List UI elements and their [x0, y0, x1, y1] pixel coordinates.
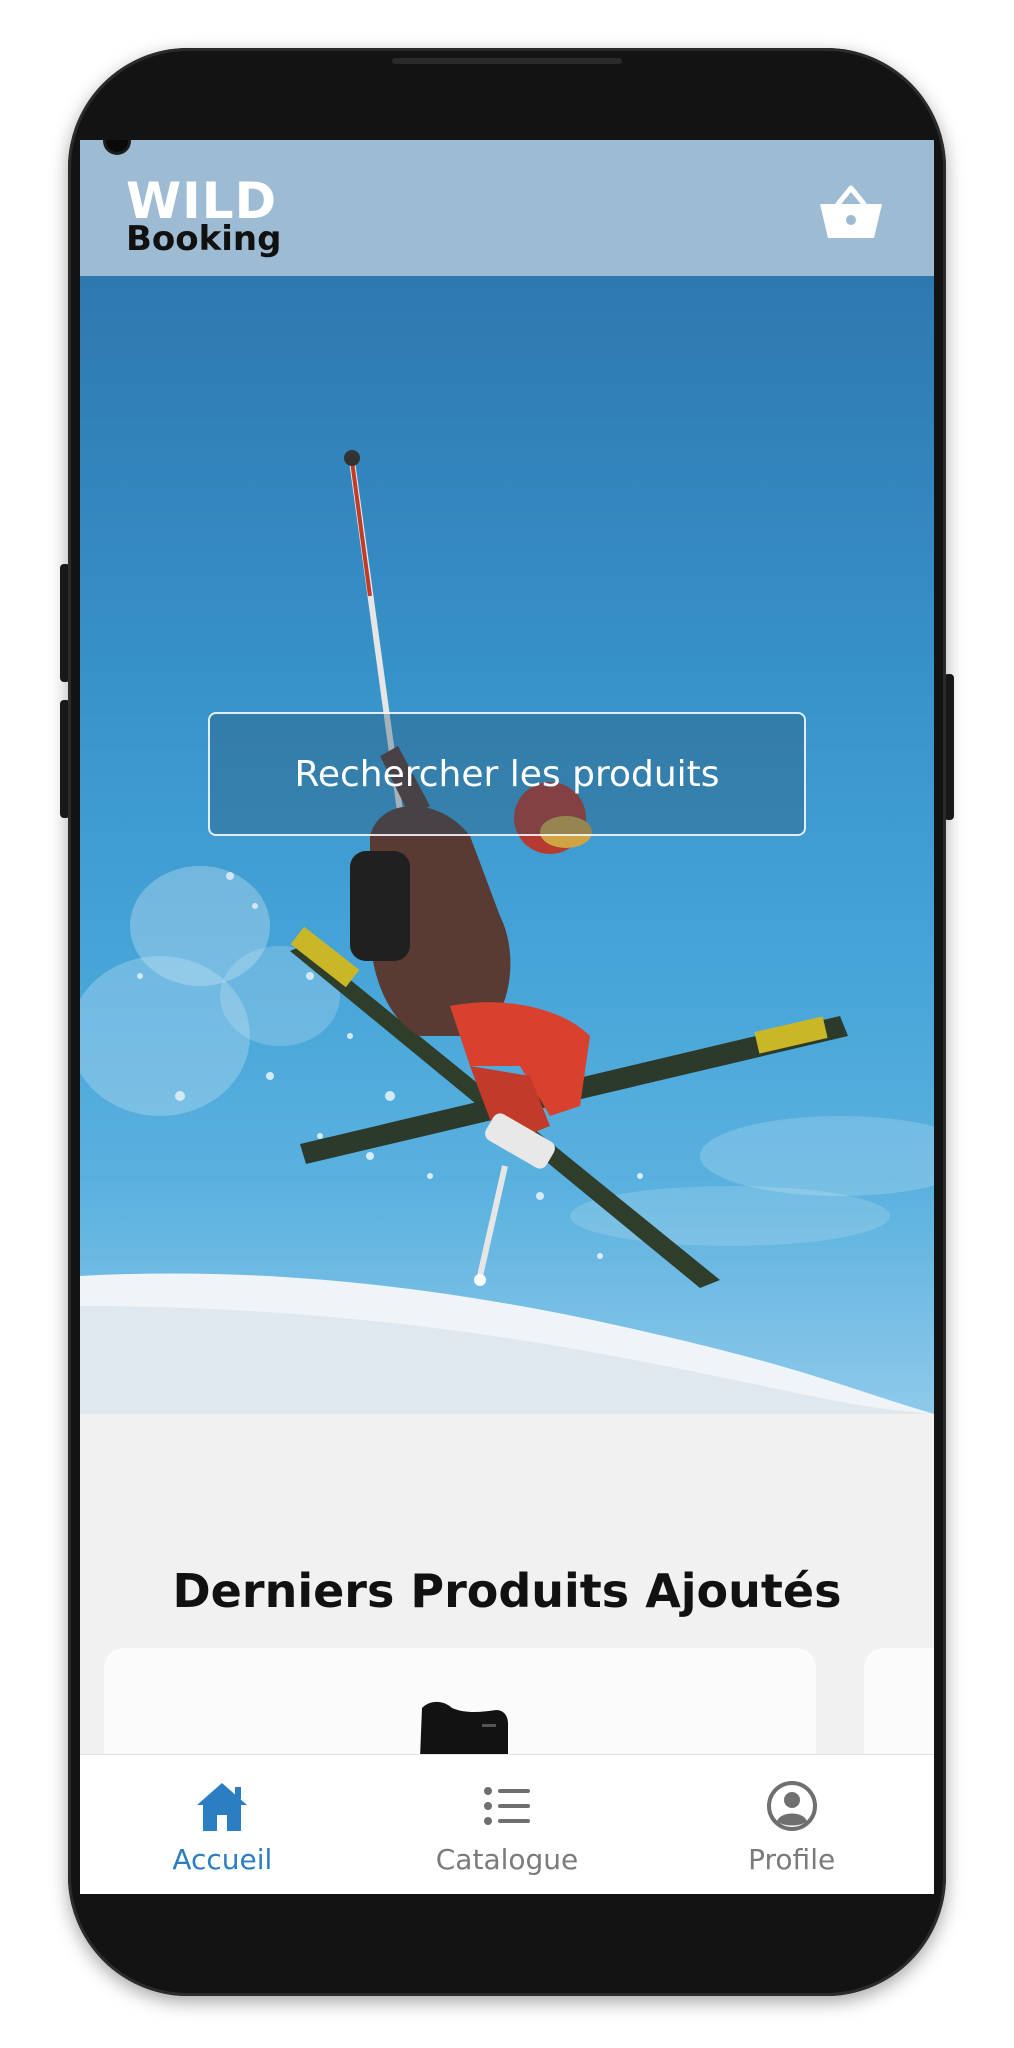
- nav-item-accueil[interactable]: Accueil: [80, 1755, 365, 1894]
- nav-item-profile[interactable]: Profile: [649, 1755, 934, 1894]
- latest-products-section: Derniers Produits Ajoutés: [80, 1414, 934, 1754]
- basket-icon: [820, 185, 882, 238]
- home-icon: [197, 1783, 248, 1831]
- skier-jump-photo: [80, 450, 934, 1414]
- cart-button[interactable]: [816, 182, 886, 242]
- earpiece-speaker: [392, 58, 622, 64]
- app-header: WILD Booking: [80, 140, 934, 276]
- product-card[interactable]: [864, 1648, 934, 1754]
- user-circle-icon: [766, 1781, 817, 1831]
- section-title: Derniers Produits Ajoutés: [172, 1564, 842, 1618]
- hero-banner: Rechercher les produits: [80, 276, 934, 1414]
- logo-booking-text: Booking: [126, 219, 282, 259]
- wild-booking-logo[interactable]: WILD Booking: [126, 176, 281, 256]
- nav-label-catalogue: Catalogue: [435, 1843, 579, 1876]
- bottom-navigation: Accueil Catalogue Profile: [80, 1754, 934, 1894]
- product-card[interactable]: [104, 1648, 816, 1754]
- nav-item-catalogue[interactable]: Catalogue: [365, 1755, 650, 1894]
- list-icon: [484, 1787, 530, 1825]
- nav-label-profile: Profile: [748, 1843, 836, 1876]
- search-input[interactable]: Rechercher les produits: [208, 712, 806, 836]
- nav-label-accueil: Accueil: [172, 1843, 273, 1876]
- product-image: [420, 1702, 508, 1754]
- app-screen: WILD Booking Rechercher les produits Der…: [80, 140, 934, 1894]
- device-mockup: WILD Booking Rechercher les produits Der…: [0, 0, 1014, 2048]
